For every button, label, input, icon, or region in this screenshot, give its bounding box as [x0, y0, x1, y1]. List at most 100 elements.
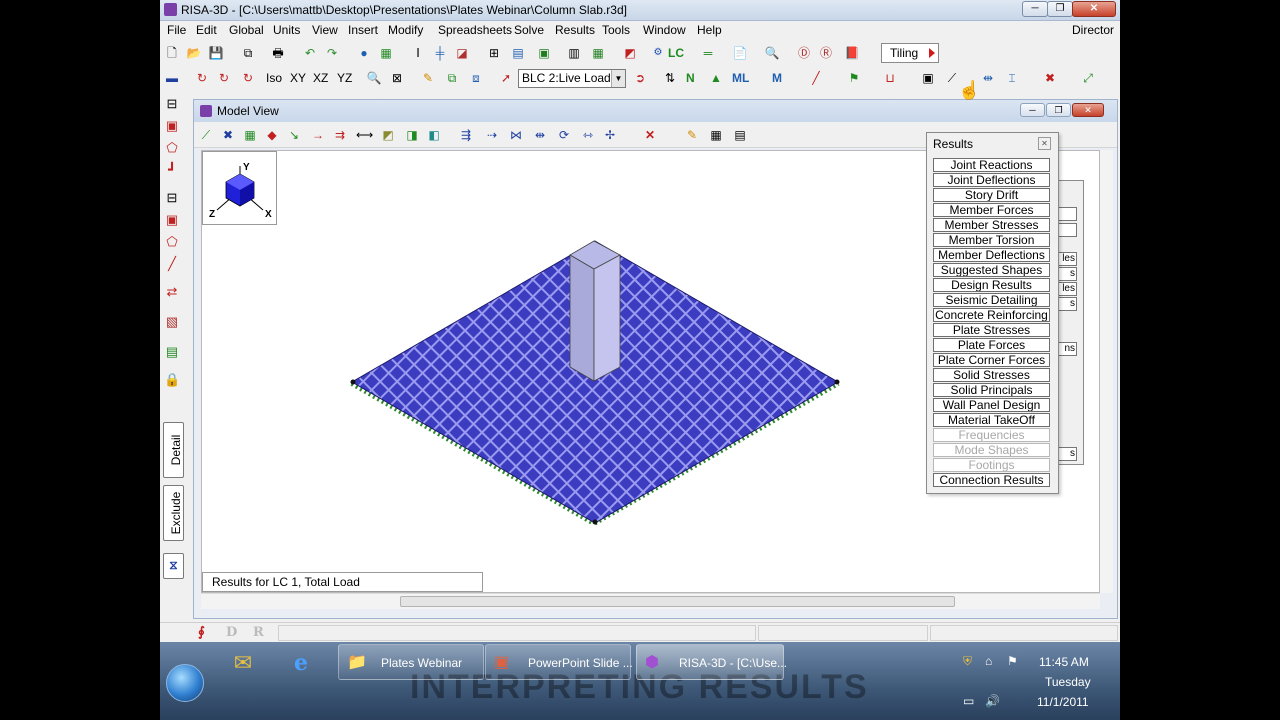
- table-icon[interactable]: ▤: [510, 45, 526, 61]
- draw-icon[interactable]: ✎: [420, 70, 436, 86]
- draw-member-icon[interactable]: ⟋: [198, 127, 214, 143]
- horizontal-scroll-thumb[interactable]: [400, 596, 955, 607]
- mirror-icon[interactable]: ⇿: [580, 127, 596, 143]
- spreadsheet-icon[interactable]: ▥: [566, 45, 582, 61]
- ml-label[interactable]: ML: [732, 71, 749, 85]
- iso-view-button[interactable]: Iso: [266, 71, 282, 85]
- rotate-y-icon[interactable]: ↻: [216, 70, 232, 86]
- network-icon[interactable]: ⌂: [985, 654, 992, 668]
- menu-insert[interactable]: Insert: [348, 23, 378, 37]
- solid-principals-button[interactable]: Solid Principals: [933, 383, 1050, 397]
- animate-icon[interactable]: ➲: [632, 70, 648, 86]
- select-all-icon[interactable]: ⊟: [164, 96, 180, 112]
- menu-director[interactable]: Director: [1072, 23, 1114, 37]
- member-stresses-button[interactable]: Member Stresses: [933, 218, 1050, 232]
- lc-label[interactable]: LC: [668, 46, 684, 60]
- plate-icon[interactable]: ◪: [454, 45, 470, 61]
- menu-edit[interactable]: Edit: [196, 23, 217, 37]
- plate-corner-forces-button[interactable]: Plate Corner Forces: [933, 353, 1050, 367]
- save-selection-icon[interactable]: ▤: [164, 344, 180, 360]
- internet-explorer-icon[interactable]: e: [286, 648, 316, 678]
- member-forces-button[interactable]: Member Forces: [933, 203, 1050, 217]
- menu-results[interactable]: Results: [555, 23, 595, 37]
- rotate-copy-icon[interactable]: ⟳: [556, 127, 572, 143]
- taskbar-item-risa-3d[interactable]: ⬢ RISA-3D - [C:\Use...: [636, 644, 787, 680]
- connection-results-button[interactable]: Connection Results: [933, 473, 1050, 487]
- vertical-scrollbar[interactable]: [1100, 150, 1113, 593]
- clock-date[interactable]: 11/1/2011: [1037, 695, 1089, 709]
- material-takeoff-button[interactable]: Material TakeOff: [933, 413, 1050, 427]
- member-deflections-button[interactable]: Member Deflections: [933, 248, 1050, 262]
- model-view-maximize-button[interactable]: ❐: [1046, 103, 1071, 117]
- status-d-icon[interactable]: D: [226, 625, 237, 640]
- menu-spreadsheets[interactable]: Spreadsheets: [438, 23, 512, 37]
- menu-window[interactable]: Window: [643, 23, 686, 37]
- distributed-load-icon[interactable]: ⇉: [332, 127, 348, 143]
- rotate-z-icon[interactable]: ↻: [240, 70, 256, 86]
- r-report-icon[interactable]: Ⓡ: [818, 45, 834, 61]
- start-button[interactable]: [166, 664, 204, 702]
- wall-panel-design-button[interactable]: Wall Panel Design: [933, 398, 1050, 412]
- dropdown-arrow-icon[interactable]: ▼: [611, 70, 625, 87]
- results-panel-close-icon[interactable]: ✕: [1038, 137, 1051, 150]
- copy-icon[interactable]: ⧉: [240, 45, 256, 61]
- status-r-icon[interactable]: R: [253, 625, 264, 640]
- draw-solid-icon[interactable]: ◆: [264, 127, 280, 143]
- display-icon[interactable]: ▭: [963, 694, 974, 708]
- tiling-button[interactable]: Tiling: [881, 43, 939, 63]
- support-icon[interactable]: ▲: [708, 70, 724, 86]
- menu-help[interactable]: Help: [697, 23, 722, 37]
- member-shape-icon[interactable]: ╪: [432, 45, 448, 61]
- xz-view-button[interactable]: XZ: [313, 71, 328, 85]
- menu-solve[interactable]: Solve: [514, 23, 544, 37]
- taskbar-item-plates-webinar[interactable]: 📁 Plates Webinar: [338, 644, 484, 680]
- box-unselect-icon[interactable]: ▣: [164, 212, 180, 228]
- horizontal-scrollbar[interactable]: [201, 593, 1100, 609]
- merge-icon[interactable]: ⇹: [532, 127, 548, 143]
- minimize-button[interactable]: ─: [1022, 1, 1048, 17]
- menu-global[interactable]: Global: [229, 23, 264, 37]
- model-view-close-button[interactable]: ✕: [1072, 103, 1104, 117]
- edit-drawing-icon[interactable]: ✎: [684, 127, 700, 143]
- maximize-button[interactable]: ❐: [1047, 1, 1073, 17]
- plate-stresses-button[interactable]: Plate Stresses: [933, 323, 1050, 337]
- clear-icon[interactable]: ✖: [1042, 70, 1058, 86]
- draw-plate-icon[interactable]: ▦: [242, 127, 258, 143]
- find-icon[interactable]: 🔍: [764, 45, 780, 61]
- menu-units[interactable]: Units: [273, 23, 300, 37]
- scale-icon[interactable]: ✢: [602, 127, 618, 143]
- solve-icon[interactable]: ◩: [622, 45, 638, 61]
- clock-day[interactable]: Tuesday: [1045, 675, 1091, 689]
- plate-forces-button[interactable]: Plate Forces: [933, 338, 1050, 352]
- criteria-icon[interactable]: ▧: [164, 314, 180, 330]
- story-drift-button[interactable]: Story Drift: [933, 188, 1050, 202]
- load-case-select[interactable]: BLC 2:Live Load ▼: [518, 69, 626, 88]
- volume-icon[interactable]: 🔊: [985, 694, 1000, 708]
- open-folder-icon[interactable]: 📂: [186, 45, 202, 61]
- xy-view-button[interactable]: XY: [290, 71, 306, 85]
- report-icon[interactable]: 📄: [732, 45, 748, 61]
- model-view-minimize-button[interactable]: ─: [1020, 103, 1045, 117]
- action-center-flag-icon[interactable]: ⚑: [1007, 654, 1018, 668]
- print-icon[interactable]: 🖶: [270, 45, 286, 61]
- cycle-icon[interactable]: ⇅: [662, 70, 678, 86]
- point-load-icon[interactable]: →: [310, 127, 326, 143]
- m-label[interactable]: M: [772, 71, 782, 85]
- unselect-all-icon[interactable]: ⊟: [164, 190, 180, 206]
- dimension-icon[interactable]: ⇹: [980, 70, 996, 86]
- joint-deflections-button[interactable]: Joint Deflections: [933, 173, 1050, 187]
- book-icon[interactable]: 📕: [844, 45, 860, 61]
- load-combo-icon[interactable]: ⚙: [650, 45, 666, 61]
- polygon-select-icon[interactable]: ⬠: [164, 140, 180, 156]
- load-arrow-icon[interactable]: ➚: [498, 70, 514, 86]
- boundary-icon[interactable]: ✖: [220, 127, 236, 143]
- member-torsion-button[interactable]: Member Torsion: [933, 233, 1050, 247]
- taskbar-item-powerpoint[interactable]: ▣ PowerPoint Slide ...: [485, 644, 633, 680]
- save-icon[interactable]: 💾: [208, 45, 224, 61]
- concrete-reinforcing-button[interactable]: Concrete Reinforcing: [933, 308, 1050, 322]
- line-select-icon[interactable]: ┛: [164, 162, 180, 178]
- insert-joint-icon[interactable]: ⋈: [508, 127, 524, 143]
- line-unselect-icon[interactable]: ╱: [164, 256, 180, 272]
- rotate-x-icon[interactable]: ↻: [194, 70, 210, 86]
- i-beam-icon[interactable]: Ⅰ: [410, 45, 426, 61]
